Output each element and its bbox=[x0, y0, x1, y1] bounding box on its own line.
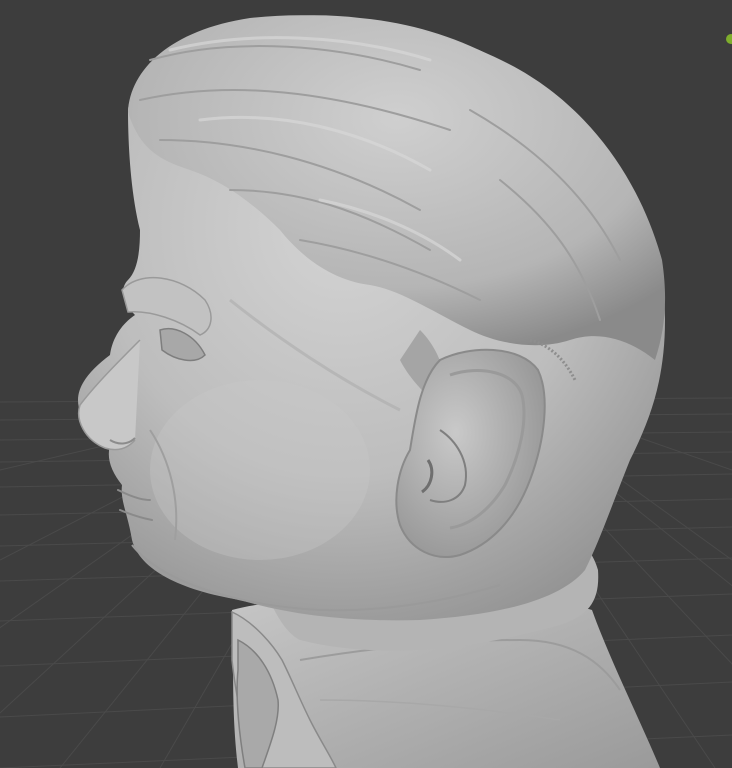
navigation-gizmo-dot[interactable] bbox=[726, 34, 732, 44]
viewport-scene bbox=[0, 0, 732, 768]
3d-viewport[interactable] bbox=[0, 0, 732, 768]
